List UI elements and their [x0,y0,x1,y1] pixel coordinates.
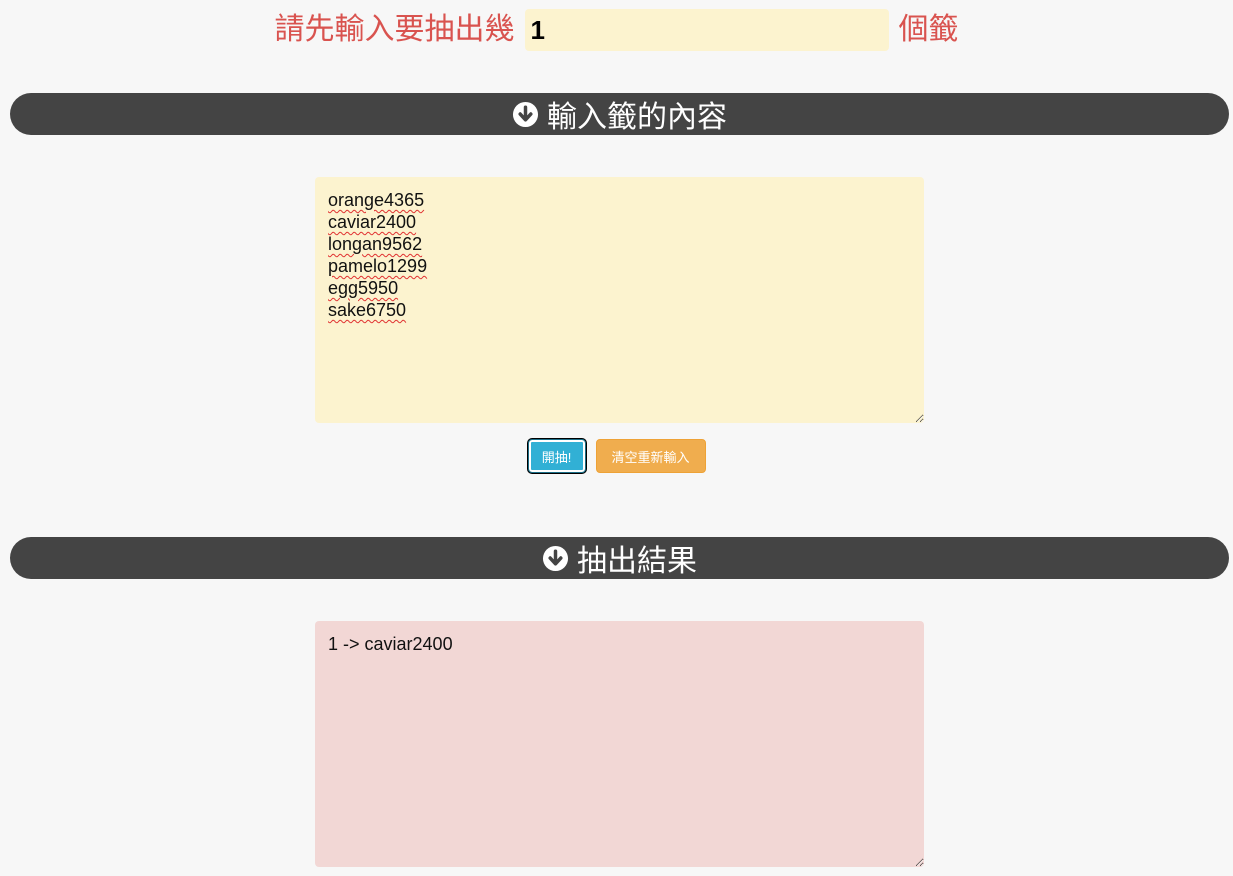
arrow-circle-down-icon [542,545,569,572]
draw-count-prefix-label: 請先輸入要抽出幾 [274,12,515,47]
action-buttons: 開抽! 清空重新輸入 [0,439,1233,473]
result-section-title: 抽出結果 [577,544,697,579]
draw-button[interactable]: 開抽! [527,439,586,473]
result-textarea[interactable]: 1 -> caviar2400 [315,621,924,867]
input-section-title: 輸入籤的內容 [547,100,727,135]
clear-button[interactable]: 清空重新輸入 [595,439,706,473]
arrow-circle-down-icon [512,101,539,128]
draw-count-row: 請先輸入要抽出幾 個籤 [0,8,1233,52]
result-section-header[interactable]: 抽出結果 [10,537,1229,579]
tickets-textarea[interactable]: orange4365 caviar2400 longan9562 pamelo1… [315,177,924,423]
draw-count-input[interactable] [524,9,889,51]
input-section-header[interactable]: 輸入籤的內容 [10,93,1229,135]
page: 請先輸入要抽出幾 個籤 輸入籤的內容 orange4365 caviar2400… [0,0,1233,876]
draw-count-suffix-label: 個籤 [898,12,959,47]
